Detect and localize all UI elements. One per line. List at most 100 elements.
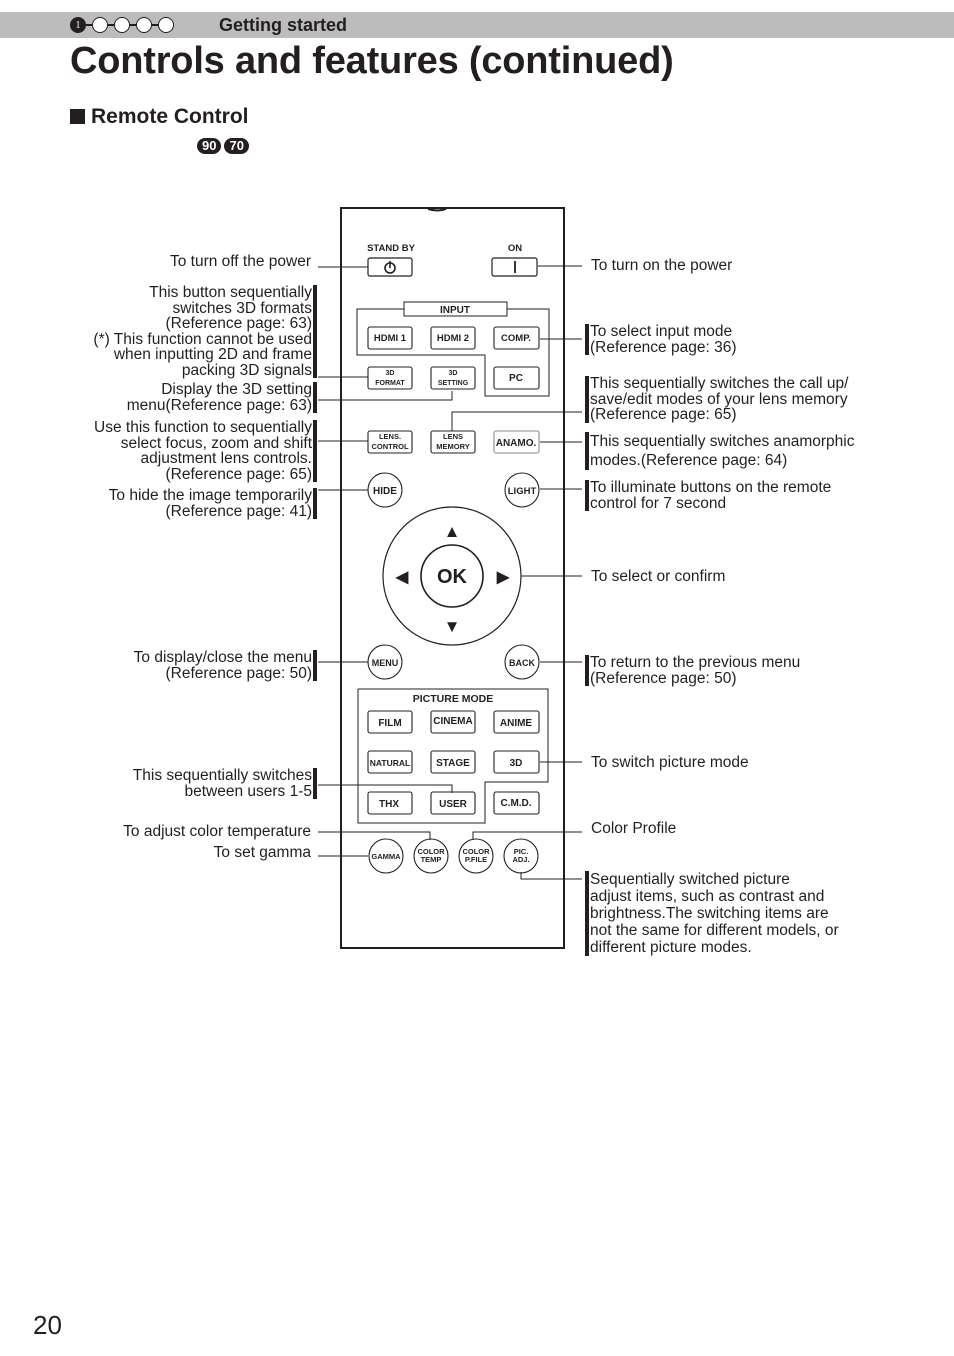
annotation-line: (Reference page: 65): [590, 406, 737, 423]
annotation-line: select focus, zoom and shift: [120, 434, 312, 452]
annotation-back: To return to the previous menu (Referenc…: [585, 655, 800, 686]
annotation-line: To display/close the menu: [133, 649, 312, 666]
annotation-line: This button sequentially: [149, 284, 312, 301]
annotation-line: (Reference page: 50): [590, 669, 737, 687]
hdmi2-label[interactable]: HDMI 2: [437, 333, 469, 344]
3d-format-label-line2[interactable]: FORMAT: [375, 380, 405, 387]
annotation-line: packing 3D signals: [181, 361, 312, 379]
annotation-line: (Reference page: 65): [165, 465, 312, 483]
cmd-label[interactable]: C.M.D.: [500, 798, 531, 809]
annotation-line: brightness.The switching items are: [590, 905, 829, 922]
pic-adj-label-line2[interactable]: ADJ.: [512, 855, 529, 864]
thx-label[interactable]: THX: [379, 799, 399, 810]
annotation-line: To hide the image temporarily: [108, 487, 312, 504]
light-label[interactable]: LIGHT: [508, 486, 537, 497]
annotation-picture-mode: To switch picture mode: [591, 755, 749, 771]
arrow-down-icon[interactable]: ▼: [444, 617, 461, 636]
annotation-line: Use this function to sequentially: [94, 419, 312, 436]
color-temp-label-line2[interactable]: TEMP: [421, 855, 442, 864]
annotation-line: To switch picture mode: [591, 754, 749, 771]
pc-label[interactable]: PC: [509, 373, 523, 384]
arrow-up-icon[interactable]: ▲: [444, 522, 461, 541]
annotation-line: Display the 3D setting: [161, 381, 312, 398]
leader-lines-right: [451, 265, 582, 880]
annotation-line: save/edit modes of your lens memory: [590, 390, 848, 408]
annotation-ok: To select or confirm: [591, 569, 725, 585]
annotation-line: To illuminate buttons on the remote: [590, 479, 832, 496]
color-pfile-label-line2[interactable]: P.FILE: [465, 855, 487, 864]
annotation-line: modes.(Reference page: 64): [590, 452, 788, 469]
lens-memory-label-line1[interactable]: LENS: [443, 432, 463, 441]
anamo-label[interactable]: ANAMO.: [496, 438, 537, 449]
annotation-line: (Reference page: 36): [590, 338, 737, 356]
arrow-right-icon[interactable]: ▶: [496, 569, 510, 586]
standby-label: STAND BY: [367, 243, 416, 254]
lens-memory-label-line2[interactable]: MEMORY: [436, 442, 469, 451]
back-label[interactable]: BACK: [509, 658, 535, 668]
annotation-line: (Reference page: 63): [165, 315, 312, 332]
lens-control-label-line2[interactable]: CONTROL: [371, 442, 408, 451]
page-number: 20: [33, 1310, 62, 1340]
user-label[interactable]: USER: [439, 799, 468, 810]
annotation-3d-format: This button sequentially switches 3D for…: [93, 285, 317, 378]
lens-control-label-line1[interactable]: LENS.: [379, 432, 401, 441]
annotation-line: adjust items, such as contrast and: [590, 888, 825, 905]
annotation-pic-adj: Sequentially switched picture adjust ite…: [585, 871, 839, 956]
menu-label[interactable]: MENU: [372, 658, 399, 668]
hide-label[interactable]: HIDE: [373, 486, 397, 497]
annotation-line: menu(Reference page: 63): [126, 396, 312, 414]
annotation-hide: To hide the image temporarily (Reference…: [109, 488, 317, 519]
annotation-3d-setting: Display the 3D setting menu(Reference pa…: [127, 382, 317, 413]
input-group-label: INPUT: [440, 305, 470, 316]
on-label: ON: [508, 243, 522, 254]
arrow-left-icon[interactable]: ◀: [395, 569, 409, 586]
annotation-line: adjustment lens controls.: [140, 450, 312, 467]
annotation-line: To turn on the power: [591, 257, 733, 274]
picture-mode-label: PICTURE MODE: [413, 693, 494, 705]
annotation-line: (Reference page: 41): [165, 502, 312, 520]
natural-label[interactable]: NATURAL: [370, 758, 410, 768]
3d-label[interactable]: 3D: [510, 758, 523, 769]
3d-format-label-line1[interactable]: 3D: [386, 370, 395, 377]
annotation-menu: To display/close the menu (Reference pag…: [134, 650, 317, 681]
annotation-gamma: To set gamma: [214, 845, 311, 861]
annotation-line: not the same for different models, or: [590, 922, 839, 939]
annotation-line: To return to the previous menu: [590, 654, 801, 671]
annotation-user: This sequentially switches between users…: [133, 768, 317, 799]
annotation-light: To illuminate buttons on the remote cont…: [585, 480, 831, 511]
annotation-line: This sequentially switches anamorphic: [590, 433, 855, 450]
annotation-lens-memory: This sequentially switches the call up/ …: [585, 376, 848, 423]
annotation-line: This sequentially switches the call up/: [590, 375, 849, 392]
film-label[interactable]: FILM: [378, 718, 401, 729]
comp-label[interactable]: COMP.: [501, 333, 531, 344]
ir-emitter: [427, 208, 447, 212]
annotation-line: switches 3D formats: [172, 299, 312, 317]
annotation-line: Sequentially switched picture: [590, 871, 790, 888]
annotation-color-profile: Color Profile: [591, 821, 676, 837]
stage-label[interactable]: STAGE: [436, 758, 470, 769]
annotation-line: between users 1-5: [184, 782, 312, 800]
annotation-line: To adjust color temperature: [123, 823, 311, 840]
annotation-line: To select input mode: [590, 323, 733, 340]
annotation-line: This sequentially switches: [132, 767, 312, 784]
annotation-line: To turn off the power: [169, 253, 311, 270]
3d-setting-label-line1[interactable]: 3D: [449, 370, 458, 377]
annotation-line: To select or confirm: [591, 568, 726, 585]
annotation-line: (Reference page: 50): [165, 664, 312, 682]
annotation-line: different picture modes.: [590, 939, 752, 956]
annotation-standby: To turn off the power: [170, 254, 311, 270]
annotation-line: Color Profile: [591, 820, 677, 837]
annotation-color-temp: To adjust color temperature: [123, 824, 311, 840]
hdmi1-label[interactable]: HDMI 1: [374, 333, 407, 344]
annotation-line: (*) This function cannot be used: [93, 330, 312, 348]
annotation-input: To select input mode (Reference page: 36…: [585, 324, 736, 355]
annotation-anamo: This sequentially switches anamorphic mo…: [585, 432, 854, 470]
cinema-label[interactable]: CINEMA: [433, 716, 472, 727]
annotation-line: control for 7 second: [590, 494, 727, 512]
3d-setting-label-line2[interactable]: SETTING: [438, 380, 469, 387]
annotation-line: To set gamma: [213, 844, 311, 861]
gamma-label[interactable]: GAMMA: [371, 852, 401, 861]
anime-label[interactable]: ANIME: [500, 718, 533, 729]
annotation-on: To turn on the power: [591, 258, 732, 274]
ok-label[interactable]: OK: [437, 566, 468, 588]
